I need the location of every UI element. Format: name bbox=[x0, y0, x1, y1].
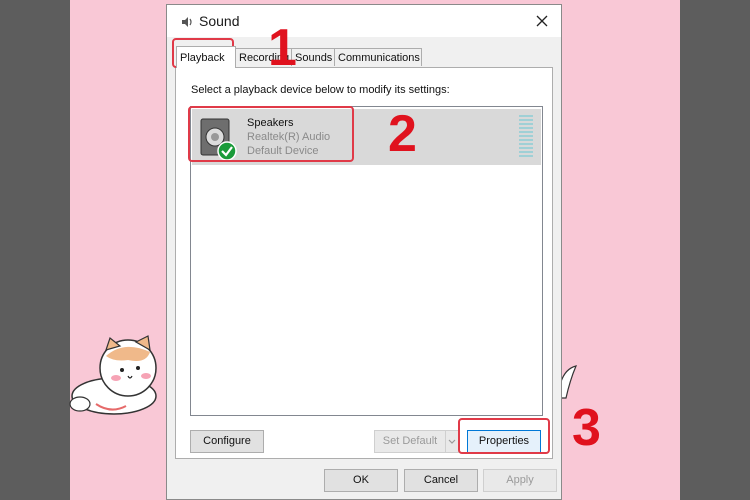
instruction-text: Select a playback device below to modify… bbox=[191, 84, 450, 96]
title-bar: Sound bbox=[167, 5, 561, 37]
cancel-button[interactable]: Cancel bbox=[404, 469, 478, 492]
tab-communications[interactable]: Communications bbox=[334, 48, 422, 66]
step-number-2: 2 bbox=[388, 105, 417, 163]
apply-button[interactable]: Apply bbox=[483, 469, 557, 492]
ok-button[interactable]: OK bbox=[324, 469, 398, 492]
close-icon bbox=[536, 15, 548, 27]
close-button[interactable] bbox=[529, 9, 555, 33]
chevron-down-icon bbox=[448, 439, 456, 444]
step-number-3: 3 bbox=[572, 399, 601, 457]
tab-sounds[interactable]: Sounds bbox=[291, 48, 335, 66]
highlight-speakers-device bbox=[188, 106, 354, 162]
set-default-dropdown[interactable] bbox=[445, 430, 459, 453]
shiba-dog-illustration bbox=[69, 335, 157, 415]
set-default-button[interactable]: Set Default bbox=[374, 430, 446, 453]
volume-meter bbox=[519, 115, 533, 159]
tab-playback[interactable]: Playback bbox=[176, 46, 236, 68]
step-number-1: 1 bbox=[268, 19, 297, 77]
speaker-icon bbox=[182, 17, 192, 27]
window-title: Sound bbox=[199, 13, 240, 29]
highlight-properties-button bbox=[458, 418, 550, 454]
configure-button[interactable]: Configure bbox=[190, 430, 264, 453]
